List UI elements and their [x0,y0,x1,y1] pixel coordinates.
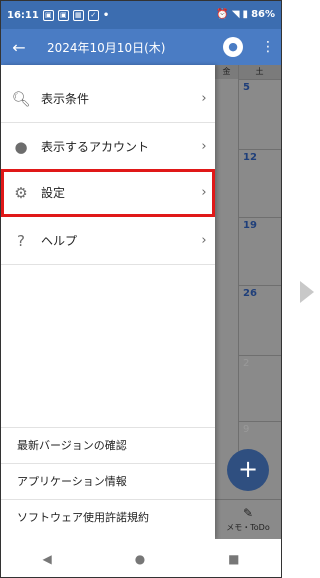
calendar-cell[interactable]: 19 [239,217,281,287]
license-agreement-link[interactable]: ソフトウェア使用許諾規約 [1,499,215,535]
alarm-icon: ⏰ [216,9,229,20]
phone-screen: 16:11 ▣ ▣ ▦ ✓ • ⏰ ◥ ▮ 86% ← 2024年10月10日(… [0,0,282,578]
chevron-right-icon: › [201,233,207,248]
check-latest-version-link[interactable]: 最新バージョンの確認 [1,427,215,463]
app-info-link[interactable]: アプリケーション情報 [1,463,215,499]
recents-nav-icon[interactable]: ■ [228,552,239,566]
next-step-arrow-icon [300,281,314,303]
menu-item-label: 設定 [41,186,66,200]
calendar-day-headers: 金 土 [215,65,281,79]
day-header: 金 [222,67,231,76]
status-dot: • [102,9,110,21]
back-nav-icon[interactable]: ◀ [42,552,51,566]
person-icon: ● [14,137,28,156]
more-options-icon[interactable]: ⋮ [261,39,275,55]
home-nav-icon[interactable]: ● [135,552,145,566]
menu-item-label: 表示条件 [41,92,90,106]
chevron-right-icon: › [201,139,207,154]
day-header: 土 [255,67,264,76]
app-icon: ▦ [72,9,84,21]
notification-icon: ▣ [57,9,69,21]
chevron-right-icon: › [201,185,207,200]
calendar-cell[interactable]: 26 [239,285,281,355]
search-icon: 🔍︎ [11,89,31,108]
system-navigation-bar: ◀ ● ■ [1,539,281,577]
help-icon: ? [17,231,25,250]
battery-icon: ▮ [242,9,249,20]
status-time: 16:11 [7,9,39,21]
menu-item-label: 表示するアカウント [41,140,150,154]
menu-item-label: ヘルプ [41,234,78,248]
calendar-cell[interactable]: 5 [239,79,281,149]
menu-item-settings[interactable]: ⚙ 設定 › [1,169,215,217]
navigation-drawer: 🔍︎ 表示条件 › ● 表示するアカウント › ⚙ 設定 › ? ヘルプ › 最… [1,65,215,539]
battery-level: 86% [251,9,275,20]
back-arrow-icon[interactable]: ← [1,38,37,57]
notification-icon: ▣ [42,9,54,21]
status-bar: 16:11 ▣ ▣ ▦ ✓ • ⏰ ◥ ▮ 86% [1,1,281,29]
gear-icon: ⚙ [14,183,28,202]
app-bar: ← 2024年10月10日(木) ● ⋮ [1,29,281,65]
date-number: 2 [243,358,250,369]
calendar-cell[interactable]: 12 [239,149,281,219]
date-number: 26 [243,288,257,299]
date-number: 12 [243,152,257,163]
date-number: 9 [243,424,250,435]
app-bar-title: 2024年10月10日(木) [47,40,166,55]
pencil-icon: ✎ [242,506,254,520]
memo-todo-button[interactable]: ✎ メモ・ToDo [215,499,281,539]
date-number: 5 [243,82,250,93]
menu-item-accounts[interactable]: ● 表示するアカウント › [1,123,215,171]
menu-item-help[interactable]: ? ヘルプ › [1,217,215,265]
microphone-icon[interactable]: ● [223,37,243,57]
menu-item-display-conditions[interactable]: 🔍︎ 表示条件 › [1,75,215,123]
wifi-icon: ◥ [231,9,240,20]
add-event-button[interactable]: + [227,449,269,491]
chevron-right-icon: › [201,91,207,106]
memo-todo-label: メモ・ToDo [226,523,270,532]
shield-icon: ✓ [87,9,99,21]
calendar-cell[interactable]: 2 [239,355,281,425]
date-number: 19 [243,220,257,231]
